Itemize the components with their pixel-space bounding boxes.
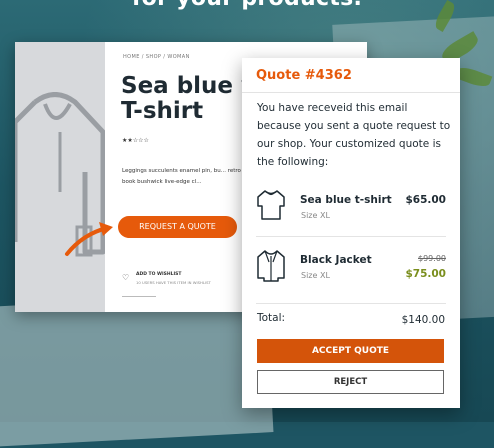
separator: [256, 303, 446, 304]
divider: [122, 296, 156, 297]
breadcrumb: HOME / SHOP / WOMAN: [123, 54, 190, 60]
jacket-icon: [257, 250, 285, 282]
item-price: $65.00: [405, 194, 446, 206]
item-name: Sea blue t-shirt: [300, 194, 392, 206]
accept-quote-button[interactable]: ACCEPT QUOTE: [257, 339, 444, 363]
total-value: $140.00: [401, 314, 445, 326]
wishlist-label: ADD TO WISHLIST: [136, 272, 182, 277]
item-name: Black Jacket: [300, 254, 372, 266]
quote-panel: Quote #4362 You have receveid this email…: [242, 58, 460, 408]
quote-title: Quote #4362: [242, 58, 460, 93]
item-new-price: $75.00: [405, 268, 446, 280]
request-quote-button[interactable]: REQUEST A QUOTE: [118, 216, 237, 238]
background-paper: [0, 292, 274, 448]
product-image: [15, 42, 105, 312]
item-old-price: $99.00: [418, 254, 446, 263]
arrow-icon: [65, 222, 113, 256]
total-label: Total:: [257, 312, 286, 324]
tshirt-icon: [257, 190, 285, 220]
quote-message: You have receveid this email because you…: [257, 102, 451, 168]
quote-item: Sea blue t-shirt Size XL $65.00: [256, 188, 446, 230]
rating-stars: ★★☆☆☆: [122, 137, 149, 144]
wishlist-count: 10 USERS HAVE THIS ITEM IN WISHLIST: [136, 280, 211, 285]
item-size: Size XL: [301, 211, 330, 220]
reject-button[interactable]: REJECT: [257, 370, 444, 394]
heart-icon: ♡: [122, 273, 130, 282]
item-size: Size XL: [301, 271, 330, 280]
quote-item: Black Jacket Size XL $99.00 $75.00: [256, 248, 446, 290]
separator: [256, 236, 446, 237]
hero-headline: for your products.: [0, 0, 494, 11]
